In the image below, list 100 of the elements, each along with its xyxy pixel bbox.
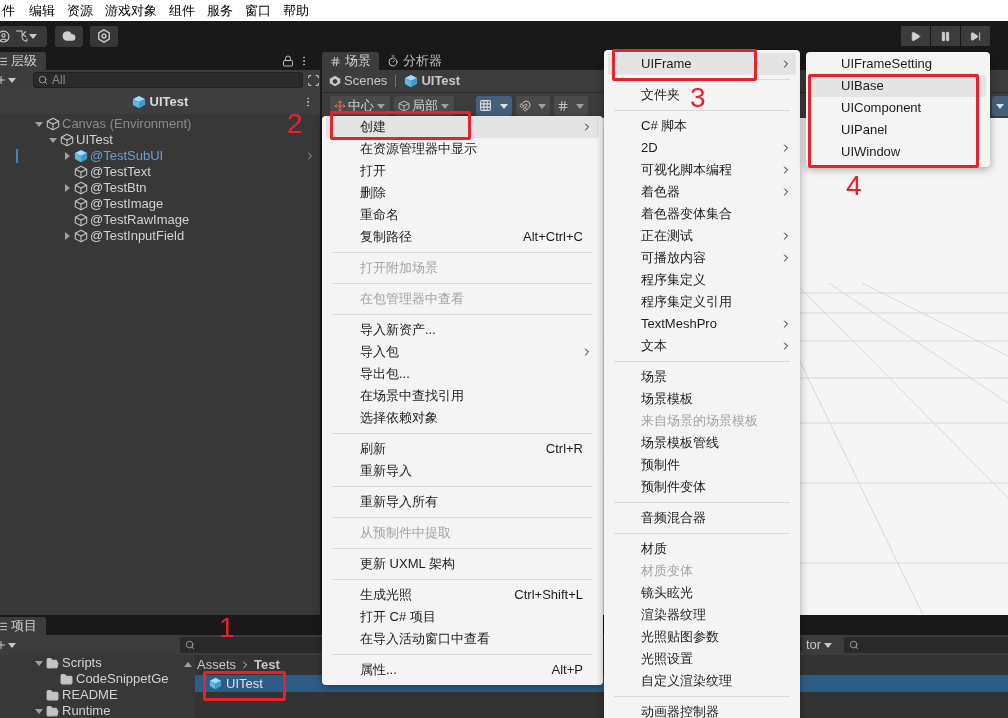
menu-bar-item[interactable]: 编辑	[29, 0, 55, 21]
menu-item[interactable]: 着色器	[608, 181, 796, 203]
settings-button[interactable]	[90, 25, 118, 47]
menu-item[interactable]: 导入新资产...	[360, 319, 436, 341]
menu-item[interactable]: 在导入活动窗口中查看	[360, 628, 490, 650]
cube-icon	[74, 197, 88, 211]
menu-item[interactable]: 文本	[608, 335, 796, 357]
menu-item[interactable]: 导入包	[326, 341, 599, 363]
menu-item[interactable]: 程序集定义引用	[641, 291, 732, 313]
menu-item[interactable]: 文件夹	[641, 84, 680, 106]
account-button[interactable]: 飞	[0, 25, 47, 47]
menu-item[interactable]: 导出包...	[360, 363, 410, 385]
menu-item[interactable]: TextMeshPro	[608, 313, 796, 335]
collapse-arrow-icon[interactable]	[62, 183, 72, 193]
menu-bar-item[interactable]: 资源	[67, 0, 93, 21]
menu-item[interactable]: UIFrame	[608, 53, 796, 75]
grid-toggle-button[interactable]	[476, 95, 512, 116]
menu-item[interactable]: 生成光照 Ctrl+Shift+L	[326, 584, 599, 606]
list-icon	[0, 55, 8, 67]
cloud-button[interactable]	[55, 25, 83, 47]
menu-item[interactable]: 2D	[608, 137, 796, 159]
menu-bar-item[interactable]: 服务	[207, 0, 233, 21]
menu-bar-item[interactable]: 窗口	[245, 0, 271, 21]
menu-item[interactable]: 动画器控制器	[641, 701, 719, 718]
expand-arrow-icon[interactable]	[34, 658, 44, 668]
menu-item[interactable]: UIPanel	[841, 119, 888, 141]
search-field[interactable]	[844, 637, 1008, 653]
project-tab[interactable]: 项目	[0, 617, 46, 635]
prefab-cube-icon	[209, 677, 222, 690]
menu-bar-item[interactable]: 组件	[169, 0, 195, 21]
view-options-button[interactable]	[992, 95, 1008, 116]
menu-item[interactable]: 打开	[360, 160, 386, 182]
menu-item[interactable]: 光照贴图参数	[641, 626, 719, 648]
menu-item[interactable]: 可视化脚本编程	[608, 159, 796, 181]
menu-item[interactable]: 正在测试	[608, 225, 796, 247]
step-number: 2	[287, 110, 303, 138]
snap-button[interactable]	[516, 95, 550, 116]
play-button[interactable]	[901, 26, 930, 46]
menu-item[interactable]: 渲染器纹理	[641, 604, 706, 626]
menu-item[interactable]: UIComponent	[841, 97, 922, 119]
menu-item[interactable]: UIFrameSetting	[841, 53, 933, 75]
menu-item[interactable]: 更新 UXML 架构	[360, 553, 455, 575]
breadcrumb-item[interactable]: Test	[254, 655, 280, 675]
lock-icon[interactable]	[282, 55, 294, 67]
menu-item[interactable]: 删除	[360, 182, 386, 204]
menu-item[interactable]: 镜头眩光	[641, 582, 693, 604]
menu-item[interactable]: 光照设置	[641, 648, 693, 670]
menu-item[interactable]: 创建	[326, 116, 599, 138]
search-field[interactable]: All	[33, 72, 303, 88]
menu-item[interactable]: 重新导入	[360, 460, 412, 482]
breadcrumb-item[interactable]: UITest	[421, 71, 461, 91]
breadcrumb-item[interactable]: Scenes	[344, 71, 388, 91]
menu-item[interactable]: 打开 C# 项目	[360, 606, 436, 628]
menu-item[interactable]: 材质	[641, 538, 667, 560]
menu-item[interactable]: 场景模板管线	[641, 432, 719, 454]
menu-bar-item[interactable]: 游戏对象	[105, 0, 157, 21]
caret-icon[interactable]	[823, 640, 834, 650]
menu-item[interactable]: 刷新 Ctrl+R	[326, 438, 599, 460]
shortcut-text: Ctrl+Shift+L	[514, 586, 583, 605]
stopwatch-icon	[387, 55, 399, 67]
step-button[interactable]	[961, 26, 990, 46]
menu-item[interactable]: 复制路径 Alt+Ctrl+C	[326, 226, 599, 248]
menu-item[interactable]: 重命名	[360, 204, 399, 226]
breadcrumb-item[interactable]: Assets	[197, 655, 236, 675]
hierarchy-tab[interactable]: 层级	[0, 52, 46, 70]
menu-item[interactable]: 选择依赖对象	[360, 407, 438, 429]
caret-icon[interactable]	[28, 31, 38, 41]
expand-view-icon[interactable]	[307, 73, 320, 87]
pause-button[interactable]	[931, 26, 960, 46]
menu-item[interactable]: 场景模板	[641, 388, 693, 410]
panel-tab[interactable]: 场景	[322, 52, 379, 70]
panel-tab[interactable]: 分析器	[379, 52, 450, 70]
menu-item[interactable]: 程序集定义	[641, 269, 706, 291]
menu-item[interactable]: C# 脚本	[641, 115, 688, 137]
menu-item[interactable]: 重新导入所有	[360, 491, 438, 513]
menu-item[interactable]: 预制件	[641, 454, 680, 476]
menu-item[interactable]: 在场景中查找引用	[360, 385, 464, 407]
shortcut-text: Alt+Ctrl+C	[523, 228, 583, 247]
open-folder-icon	[46, 704, 59, 718]
expand-arrow-icon[interactable]	[34, 706, 44, 716]
menu-item[interactable]: 在资源管理器中显示	[360, 138, 477, 160]
menu-item[interactable]: 着色器变体集合	[641, 203, 732, 225]
menu-item[interactable]: 可播放内容	[608, 247, 796, 269]
caret-icon[interactable]	[7, 75, 17, 85]
increment-button[interactable]	[554, 95, 588, 116]
menu-item[interactable]: 预制件变体	[641, 476, 706, 498]
collapse-arrow-icon[interactable]	[62, 231, 72, 241]
menu-item[interactable]: UIWindow	[841, 141, 901, 163]
menu-item[interactable]: 属性... Alt+P	[326, 659, 599, 681]
menu-item[interactable]: 场景	[641, 366, 667, 388]
magnet-icon	[519, 99, 531, 112]
menu-bar-item[interactable]: 帮助	[283, 0, 309, 21]
caret-icon[interactable]	[7, 640, 17, 650]
menu-item[interactable]: 音频混合器	[641, 507, 706, 529]
filter-dropdown[interactable]: tor	[806, 635, 842, 655]
collapse-arrow-icon[interactable]	[62, 151, 72, 161]
hexagon-icon	[97, 29, 111, 43]
list-icon	[0, 620, 8, 632]
menu-bar-item[interactable]: 件	[2, 0, 15, 21]
menu-item[interactable]: 自定义渲染纹理	[641, 670, 732, 692]
